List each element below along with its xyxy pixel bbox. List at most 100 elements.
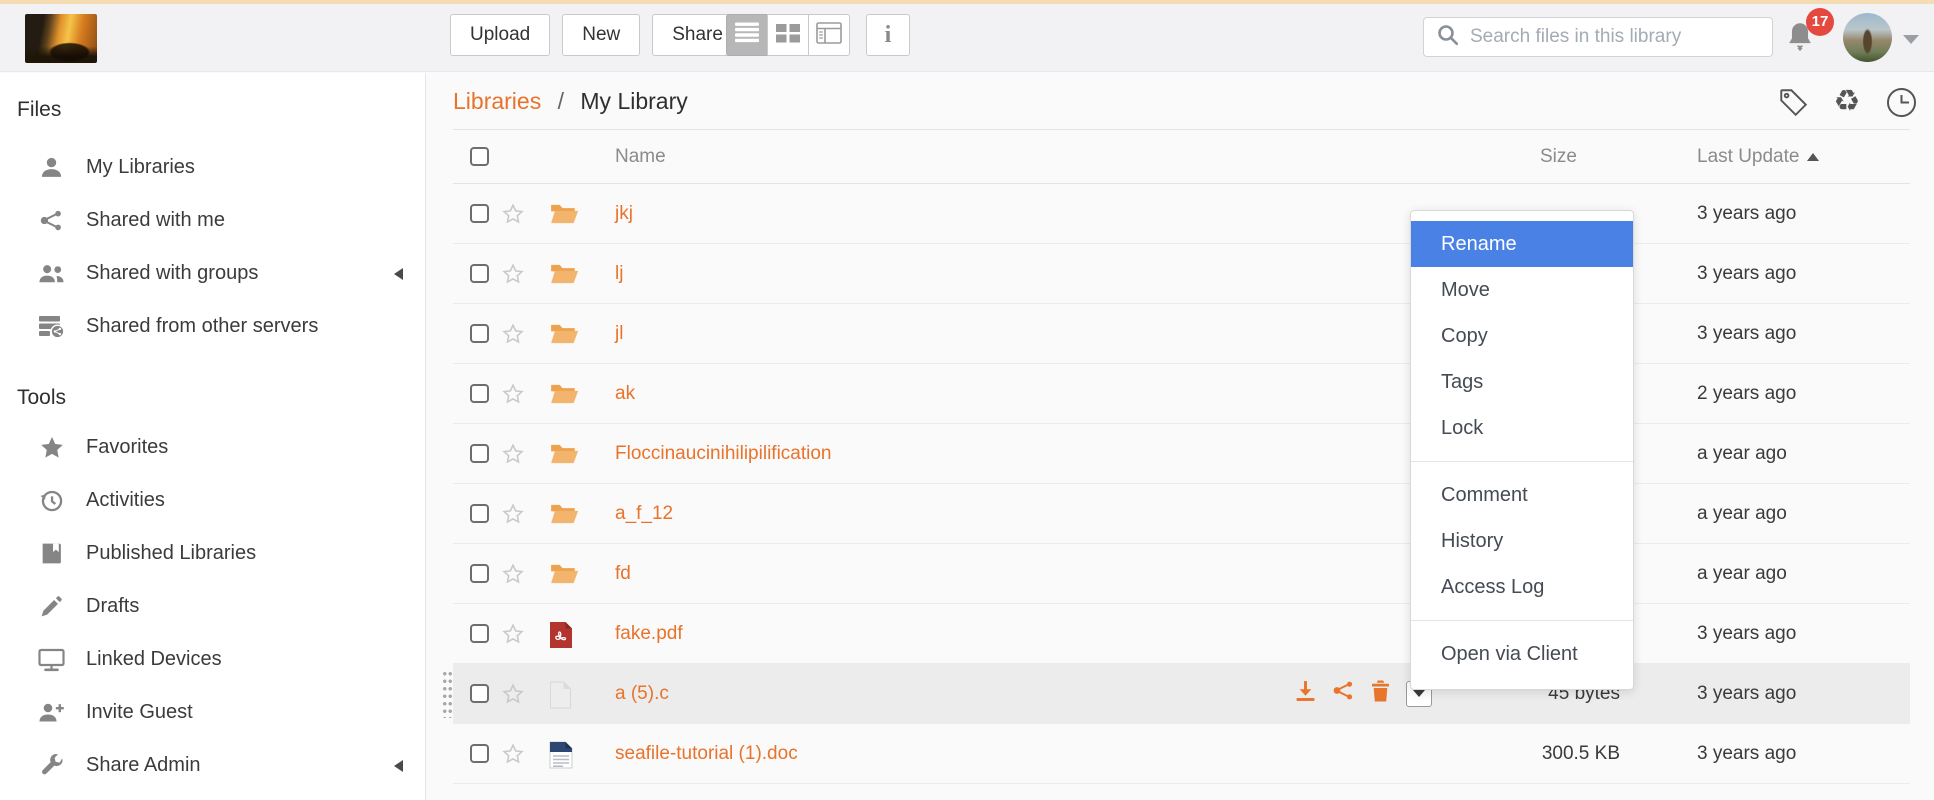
row-checkbox[interactable] (470, 684, 489, 703)
folder-icon (549, 441, 579, 472)
menu-item-move[interactable]: Move (1411, 267, 1633, 313)
favorite-star-icon[interactable] (501, 322, 525, 352)
file-name-link[interactable]: ak (615, 364, 635, 423)
table-header-row: Name Size Last Update (453, 130, 1910, 184)
table-row[interactable]: fd a year ago (453, 544, 1910, 604)
row-checkbox[interactable] (470, 564, 489, 583)
favorite-star-icon[interactable] (501, 682, 525, 712)
last-update: 3 years ago (1697, 664, 1796, 723)
new-button[interactable]: New (562, 14, 640, 56)
menu-item-copy[interactable]: Copy (1411, 313, 1633, 359)
favorite-star-icon[interactable] (501, 382, 525, 412)
file-name-link[interactable]: fake.pdf (615, 604, 683, 663)
sidebar-section-files: Files (17, 97, 425, 123)
sidebar-item-favorites[interactable]: Favorites (0, 421, 425, 474)
detail-view-button[interactable] (808, 14, 850, 56)
server-logo[interactable] (25, 14, 97, 63)
file-name-link[interactable]: a (5).c (615, 664, 669, 723)
breadcrumb: Libraries / My Library (453, 73, 688, 129)
sidebar-item-shared-from-other-servers[interactable]: Shared from other servers (0, 300, 425, 353)
size-column-header[interactable]: Size (1540, 130, 1577, 183)
file-name-link[interactable]: fd (615, 544, 631, 603)
menu-item-history[interactable]: History (1411, 518, 1633, 564)
table-row[interactable]: a_f_12 a year ago (453, 484, 1910, 544)
search-input[interactable] (1470, 26, 1760, 48)
favorite-star-icon[interactable] (501, 202, 525, 232)
drag-handle-icon[interactable] (442, 670, 453, 718)
row-checkbox[interactable] (470, 744, 489, 763)
sidebar-item-share-admin[interactable]: Share Admin (0, 739, 425, 792)
last-update: a year ago (1697, 484, 1787, 543)
table-row-hovered[interactable]: a (5).c 45 bytes 3 years ago (453, 664, 1910, 724)
table-row[interactable]: seafile-tutorial (1).doc 300.5 KB 3 year… (453, 724, 1910, 784)
table-row[interactable]: lj 3 years ago (453, 244, 1910, 304)
main-panel: Libraries / My Library ♻ Name Size Last … (426, 73, 1934, 800)
menu-item-tags[interactable]: Tags (1411, 359, 1633, 405)
doc-file-icon (549, 741, 573, 775)
sidebar-item-linked-devices[interactable]: Linked Devices (0, 633, 425, 686)
tags-icon[interactable] (1776, 85, 1810, 119)
favorite-star-icon[interactable] (501, 502, 525, 532)
menu-item-open-via-client[interactable]: Open via Client (1411, 631, 1633, 677)
grid-view-button[interactable] (767, 14, 809, 56)
avatar[interactable] (1843, 13, 1892, 62)
download-icon[interactable] (1294, 679, 1317, 708)
sidebar-section-tools: Tools (17, 385, 425, 411)
history-icon[interactable] (1884, 85, 1918, 119)
sidebar-item-my-libraries[interactable]: My Libraries (0, 141, 425, 194)
sidebar-item-shared-with-groups[interactable]: Shared with groups (0, 247, 425, 300)
menu-item-lock[interactable]: Lock (1411, 405, 1633, 451)
file-name-link[interactable]: Floccinaucinihilipilification (615, 424, 832, 483)
sidebar-item-shared-with-me[interactable]: Shared with me (0, 194, 425, 247)
favorite-star-icon[interactable] (501, 262, 525, 292)
list-view-button[interactable] (726, 14, 768, 56)
account-menu-caret-icon[interactable] (1903, 35, 1919, 44)
last-update-column-header[interactable]: Last Update (1697, 130, 1819, 183)
sidebar-item-activities[interactable]: Activities (0, 474, 425, 527)
sidebar-item-invite-guest[interactable]: Invite Guest (0, 686, 425, 739)
table-row[interactable]: jkj 3 years ago (453, 184, 1910, 244)
row-checkbox[interactable] (470, 264, 489, 283)
row-checkbox[interactable] (470, 384, 489, 403)
name-column-header[interactable]: Name (615, 130, 666, 183)
table-row[interactable]: Floccinaucinihilipilification a year ago (453, 424, 1910, 484)
favorite-star-icon[interactable] (501, 442, 525, 472)
table-row[interactable]: ak 2 years ago (453, 364, 1910, 424)
sidebar-item-published-libraries[interactable]: Published Libraries (0, 527, 425, 580)
file-name-link[interactable]: jl (615, 304, 623, 363)
sidebar-item-label: Shared from other servers (86, 315, 318, 338)
file-name-link[interactable]: seafile-tutorial (1).doc (615, 724, 798, 783)
collapse-left-icon[interactable] (394, 268, 403, 280)
file-table: Name Size Last Update jkj 3 years ago lj… (453, 129, 1910, 784)
breadcrumb-libraries-link[interactable]: Libraries (453, 88, 541, 114)
file-name-link[interactable]: a_f_12 (615, 484, 673, 543)
upload-button[interactable]: Upload (450, 14, 550, 56)
last-update: 3 years ago (1697, 244, 1796, 303)
delete-icon[interactable] (1370, 679, 1391, 709)
menu-divider (1411, 461, 1633, 462)
menu-item-comment[interactable]: Comment (1411, 472, 1633, 518)
table-row[interactable]: fake.pdf 3 years ago (453, 604, 1910, 664)
trash-recycle-icon[interactable]: ♻ (1830, 85, 1864, 119)
table-row[interactable]: jl 3 years ago (453, 304, 1910, 364)
menu-item-access-log[interactable]: Access Log (1411, 564, 1633, 610)
file-name-link[interactable]: jkj (615, 184, 633, 243)
row-checkbox[interactable] (470, 204, 489, 223)
favorite-star-icon[interactable] (501, 562, 525, 592)
pdf-file-icon (549, 621, 573, 655)
sidebar-item-drafts[interactable]: Drafts (0, 580, 425, 633)
row-checkbox[interactable] (470, 624, 489, 643)
share-icon[interactable] (1332, 679, 1355, 708)
favorite-star-icon[interactable] (501, 742, 525, 772)
menu-item-rename[interactable]: Rename (1411, 221, 1633, 267)
book-icon (38, 540, 65, 567)
row-checkbox[interactable] (470, 504, 489, 523)
breadcrumb-current: My Library (580, 88, 687, 114)
file-name-link[interactable]: lj (615, 244, 623, 303)
favorite-star-icon[interactable] (501, 622, 525, 652)
info-button[interactable]: i (866, 14, 910, 56)
collapse-left-icon[interactable] (394, 760, 403, 772)
select-all-checkbox[interactable] (470, 147, 489, 166)
row-checkbox[interactable] (470, 444, 489, 463)
row-checkbox[interactable] (470, 324, 489, 343)
